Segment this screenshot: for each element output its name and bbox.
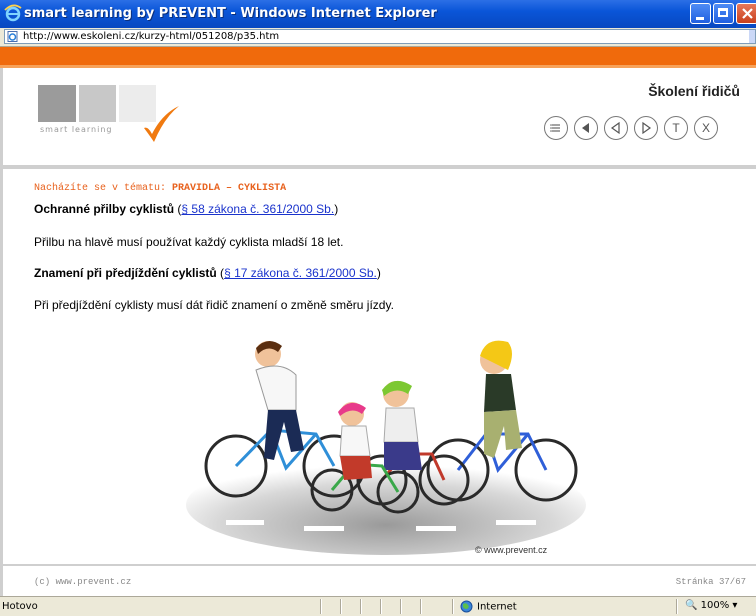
page-icon <box>7 31 18 42</box>
status-panel <box>420 599 422 614</box>
next-icon <box>642 121 652 135</box>
logo-text: smart learning <box>40 125 113 134</box>
status-panel <box>676 599 678 614</box>
footer-copyright: (c) www.prevent.cz <box>34 577 132 587</box>
page-frame-border <box>0 68 3 596</box>
breadcrumb: Nacházíte se v tématu: PRAVIDLA – CYKLIS… <box>34 183 286 194</box>
law-link-58[interactable]: § 58 zákona č. 361/2000 Sb. <box>181 202 334 216</box>
globe-icon <box>460 600 473 613</box>
footer-divider <box>3 564 756 566</box>
status-panel <box>360 599 362 614</box>
first-page-button[interactable] <box>574 116 598 140</box>
logo-square-medium <box>79 85 116 122</box>
exit-button[interactable]: X <box>694 116 718 140</box>
paren-close: ) <box>334 202 339 216</box>
paren-close: ) <box>376 266 381 280</box>
status-panel <box>400 599 402 614</box>
status-panel <box>452 599 454 614</box>
breadcrumb-prefix: Nacházíte se v tématu: <box>34 183 167 194</box>
test-button-label: T <box>672 121 680 135</box>
cyclists-illustration <box>186 340 586 555</box>
heading-helmets-text: Ochranné přilby cyklistů <box>34 202 175 216</box>
url-text: http://www.eskoleni.cz/kurzy-html/051208… <box>23 31 280 42</box>
breadcrumb-topic: PRAVIDLA – CYKLISTA <box>172 183 287 194</box>
course-title: Školení řidičů <box>648 83 740 99</box>
orange-accent-line <box>0 65 756 68</box>
heading-helmets: Ochranné přilby cyklistů (§ 58 zákona č.… <box>34 202 338 216</box>
zoom-icon: 🔍 <box>685 600 698 611</box>
page-indicator: Stránka 37/67 <box>675 577 746 587</box>
status-bar: Hotovo Internet 🔍 100% ▾ <box>0 596 756 616</box>
address-bar: http://www.eskoleni.cz/kurzy-html/051208… <box>0 28 756 47</box>
heading-overtaking: Znamení při předjíždění cyklistů (§ 17 z… <box>34 266 381 280</box>
security-zone-label: Internet <box>477 601 517 613</box>
chevron-down-icon: ▾ <box>732 600 738 611</box>
security-zone[interactable]: Internet <box>460 600 517 613</box>
close-icon <box>742 8 753 19</box>
maximize-button[interactable] <box>713 3 734 24</box>
zoom-level: 100% <box>700 600 730 611</box>
orange-header-band <box>0 47 756 65</box>
status-text: Hotovo <box>2 601 38 612</box>
first-icon <box>582 123 589 133</box>
paragraph-overtaking: Při předjíždění cyklisty musí dát řidič … <box>34 298 394 312</box>
header-divider <box>3 165 756 169</box>
address-input[interactable]: http://www.eskoleni.cz/kurzy-html/051208… <box>4 29 756 44</box>
address-dropdown-button[interactable] <box>749 30 755 43</box>
logo-square-dark <box>38 85 76 122</box>
ie-logo-icon <box>4 4 22 22</box>
menu-button[interactable] <box>544 116 568 140</box>
paragraph-helmets: Přilbu na hlavě musí používat každý cykl… <box>34 235 344 249</box>
status-panel <box>340 599 342 614</box>
minimize-button[interactable] <box>690 3 711 24</box>
zoom-control[interactable]: 🔍 100% ▾ <box>685 600 737 611</box>
close-button[interactable] <box>736 3 756 24</box>
exit-button-label: X <box>701 121 710 135</box>
prev-icon <box>610 121 620 135</box>
window-title: smart learning by PREVENT - Windows Inte… <box>24 6 437 21</box>
menu-icon <box>550 124 560 132</box>
paren-open: ( <box>216 266 225 280</box>
heading-overtaking-text: Znamení při předjíždění cyklistů <box>34 266 217 280</box>
next-page-button[interactable] <box>634 116 658 140</box>
status-panel <box>320 599 322 614</box>
status-panel <box>380 599 382 614</box>
window-title-bar[interactable]: smart learning by PREVENT - Windows Inte… <box>0 0 756 28</box>
image-credit: © www.prevent.cz <box>475 545 548 555</box>
checkmark-logo-icon <box>144 106 179 142</box>
previous-page-button[interactable] <box>604 116 628 140</box>
law-link-17[interactable]: § 17 zákona č. 361/2000 Sb. <box>224 266 377 280</box>
test-button[interactable]: T <box>664 116 688 140</box>
